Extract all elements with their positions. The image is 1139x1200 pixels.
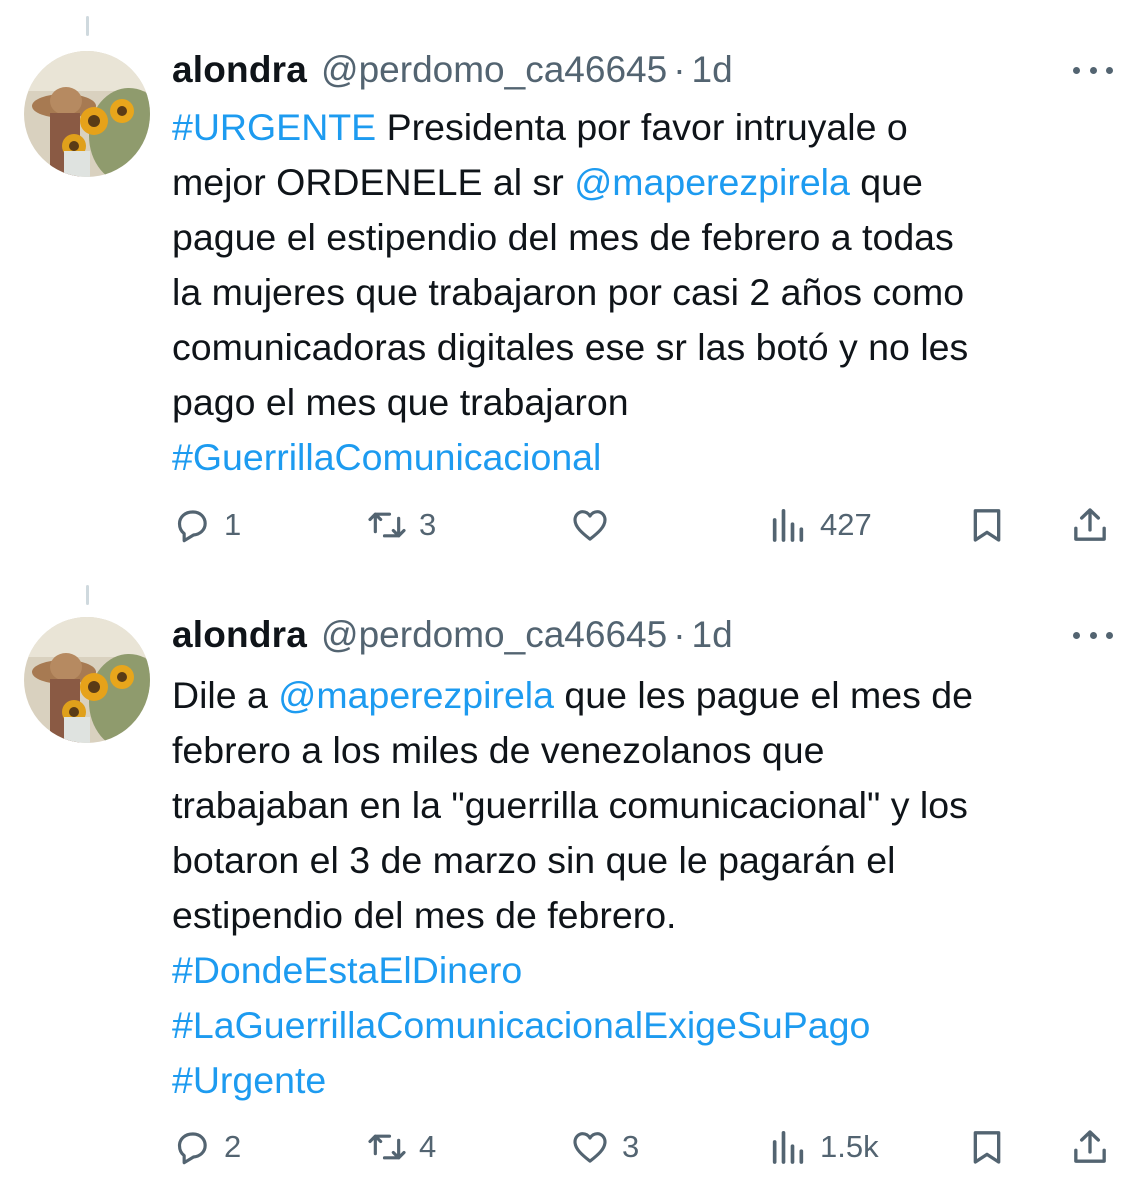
- tweet-text-line: la mujeres que trabajaron por casi 2 año…: [172, 265, 1112, 320]
- views-count: 1.5k: [820, 1129, 879, 1164]
- share-icon: [1074, 1130, 1106, 1163]
- avatar[interactable]: [24, 617, 150, 743]
- hashtag-link[interactable]: #LaGuerrillaComunicacionalExigeSuPago: [172, 1004, 870, 1046]
- tweet-text-line: #GuerrillaComunicacional: [172, 430, 1112, 485]
- author-handle[interactable]: @perdomo_ca46645: [321, 49, 667, 91]
- tweet-text: #URGENTE Presidenta por favor intruyale …: [172, 100, 1112, 485]
- views-button[interactable]: 427: [768, 500, 872, 550]
- separator: ·: [673, 614, 686, 655]
- like-count: 3: [622, 1129, 640, 1164]
- tweet[interactable]: alondra @perdomo_ca46645 · 1d Dile a @ma…: [0, 575, 1139, 1200]
- views-count: 427: [820, 507, 872, 542]
- action-bar: 1 3 427: [172, 500, 1112, 550]
- hashtag-link[interactable]: #Urgente: [172, 1059, 326, 1101]
- avatar[interactable]: [24, 51, 150, 177]
- text-segment: Presidenta por favor intruyale o: [376, 106, 908, 148]
- views-icon: [772, 509, 804, 542]
- action-bar: 2 4 3 1.5k: [172, 1122, 1112, 1172]
- tweet[interactable]: alondra @perdomo_ca46645 · 1d #URGENTE P…: [0, 0, 1139, 575]
- reply-icon: [177, 1132, 207, 1165]
- thread-line: [86, 16, 89, 36]
- share-button[interactable]: [1070, 500, 1110, 550]
- tweet-text: Dile a @maperezpirela que les pague el m…: [172, 668, 1112, 1108]
- tweet-text-line: #DondeEstaElDinero: [172, 943, 1112, 998]
- tweet-text-line: #URGENTE Presidenta por favor intruyale …: [172, 100, 1112, 155]
- bookmark-icon: [973, 509, 1001, 542]
- share-button[interactable]: [1070, 1122, 1110, 1172]
- mention-link[interactable]: @maperezpirela: [574, 161, 850, 203]
- retweet-button[interactable]: 4: [367, 1122, 436, 1172]
- reply-icon: [177, 510, 207, 543]
- text-segment: trabajaban en la "guerrilla comunicacion…: [172, 784, 968, 826]
- tweet-header: alondra @perdomo_ca46645 · 1d: [172, 48, 733, 92]
- text-segment: que: [849, 161, 923, 203]
- text-segment: mejor ORDENELE al sr: [172, 161, 575, 203]
- views-button[interactable]: 1.5k: [768, 1122, 879, 1172]
- tweet-text-line: estipendio del mes de febrero.: [172, 888, 1112, 943]
- text-segment: botaron el 3 de marzo sin que le pagarán…: [172, 839, 896, 881]
- tweet-text-line: #Urgente: [172, 1053, 1112, 1108]
- views-icon: [772, 1131, 804, 1164]
- like-button[interactable]: 3: [570, 1122, 639, 1172]
- author-handle[interactable]: @perdomo_ca46645: [321, 614, 667, 656]
- share-icon: [1074, 508, 1106, 541]
- tweet-text-line: mejor ORDENELE al sr @maperezpirela que: [172, 155, 1112, 210]
- retweet-count: 3: [419, 507, 437, 542]
- text-segment: la mujeres que trabajaron por casi 2 año…: [172, 271, 965, 313]
- retweet-count: 4: [419, 1129, 437, 1164]
- hashtag-link[interactable]: #DondeEstaElDinero: [172, 949, 522, 991]
- more-options-icon[interactable]: [1073, 625, 1113, 645]
- thread-line: [86, 585, 89, 605]
- bookmark-button[interactable]: [967, 500, 1007, 550]
- retweet-icon: [368, 1134, 406, 1160]
- tweet-text-line: #LaGuerrillaComunicacionalExigeSuPago: [172, 998, 1112, 1053]
- tweet-text-line: febrero a los miles de venezolanos que: [172, 723, 1112, 778]
- text-segment: estipendio del mes de febrero.: [172, 894, 677, 936]
- text-segment: comunicadoras digitales ese sr las botó …: [172, 326, 969, 368]
- reply-button[interactable]: 1: [172, 500, 241, 550]
- tweet-header: alondra @perdomo_ca46645 · 1d: [172, 613, 733, 657]
- text-segment: que les pague el mes de: [553, 674, 974, 716]
- like-icon: [573, 1132, 607, 1163]
- reply-count: 1: [224, 507, 242, 542]
- timestamp[interactable]: 1d: [692, 49, 733, 91]
- bookmark-icon: [973, 1131, 1001, 1164]
- text-segment: pago el mes que trabajaron: [172, 381, 629, 423]
- author-name[interactable]: alondra: [172, 614, 307, 656]
- text-segment: Dile a: [172, 674, 279, 716]
- reply-button[interactable]: 2: [172, 1122, 241, 1172]
- like-button[interactable]: [570, 500, 622, 550]
- retweet-button[interactable]: 3: [367, 500, 436, 550]
- tweet-text-line: comunicadoras digitales ese sr las botó …: [172, 320, 1112, 375]
- tweet-text-line: Dile a @maperezpirela que les pague el m…: [172, 668, 1112, 723]
- text-segment: febrero a los miles de venezolanos que: [172, 729, 825, 771]
- bookmark-button[interactable]: [967, 1122, 1007, 1172]
- mention-link[interactable]: @maperezpirela: [278, 674, 554, 716]
- reply-count: 2: [224, 1129, 242, 1164]
- like-icon: [573, 510, 607, 541]
- author-name[interactable]: alondra: [172, 49, 307, 91]
- tweet-text-line: trabajaban en la "guerrilla comunicacion…: [172, 778, 1112, 833]
- tweet-text-line: pago el mes que trabajaron: [172, 375, 1112, 430]
- separator: ·: [673, 49, 686, 90]
- tweet-text-line: botaron el 3 de marzo sin que le pagarán…: [172, 833, 1112, 888]
- hashtag-link[interactable]: #GuerrillaComunicacional: [172, 436, 601, 478]
- hashtag-link[interactable]: #URGENTE: [172, 106, 376, 148]
- tweet-text-line: pague el estipendio del mes de febrero a…: [172, 210, 1112, 265]
- text-segment: pague el estipendio del mes de febrero a…: [172, 216, 954, 258]
- timestamp[interactable]: 1d: [692, 614, 733, 656]
- more-options-icon[interactable]: [1073, 60, 1113, 80]
- retweet-icon: [368, 512, 406, 538]
